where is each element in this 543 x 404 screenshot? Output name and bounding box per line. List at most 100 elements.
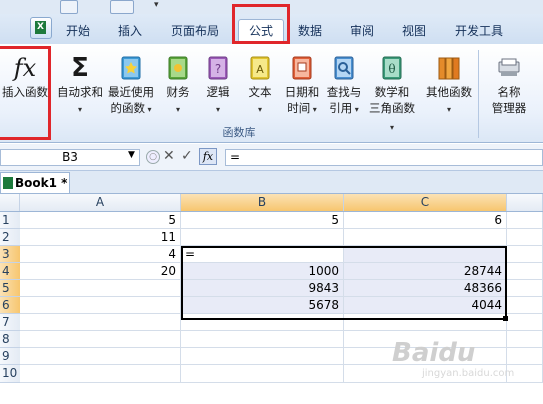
watermark: Baidu jingyan.baidu.com: [392, 338, 542, 398]
name-manager-icon: [498, 58, 520, 76]
enter-check-icon[interactable]: ✓: [181, 148, 193, 164]
cell-d6[interactable]: [507, 297, 543, 314]
workbook-tab[interactable]: Book1 *: [0, 172, 70, 193]
expand-icon[interactable]: ○: [146, 150, 160, 164]
autosum-button[interactable]: Σ 自动求和 ▾: [54, 50, 106, 118]
tab-home[interactable]: 开始: [58, 20, 98, 42]
more-functions-label: 其他函数: [426, 85, 472, 99]
cell-a1[interactable]: 5: [20, 212, 181, 229]
book-question-icon: ?: [208, 56, 228, 80]
svg-text:?: ?: [215, 62, 221, 76]
more-functions-button[interactable]: 其他函数 ▾: [422, 50, 476, 118]
cell-a3[interactable]: 4: [20, 246, 181, 263]
lookup-label-1: 查找与: [326, 85, 362, 99]
fill-handle[interactable]: [503, 316, 508, 321]
watermark-sub: jingyan.baidu.com: [422, 368, 515, 379]
workbook-icon: [3, 177, 13, 189]
datetime-label-2: 时间: [287, 101, 311, 115]
select-all-corner[interactable]: [0, 194, 20, 211]
logical-label: 逻辑: [206, 85, 230, 99]
watermark-main: Baidu: [392, 338, 476, 368]
logical-button[interactable]: ? 逻辑 ▾: [200, 50, 236, 118]
math-label-1: 数学和: [374, 85, 410, 99]
cell-a6[interactable]: [20, 297, 181, 314]
cell-b10[interactable]: [181, 365, 344, 383]
text-button[interactable]: A 文本 ▾: [242, 50, 278, 118]
tab-insert[interactable]: 插入: [110, 20, 150, 42]
cell-d1[interactable]: [507, 212, 543, 229]
svg-text:θ: θ: [388, 62, 395, 76]
row-header-6[interactable]: 6: [0, 297, 20, 314]
cancel-icon[interactable]: ✕: [163, 148, 175, 164]
name-manager-label-1: 名称: [497, 85, 521, 99]
insert-function-fx-button[interactable]: fx: [199, 148, 217, 165]
name-box-dropdown-icon[interactable]: ▼: [128, 150, 135, 160]
sigma-icon: Σ: [71, 53, 89, 83]
excel-icon: X: [35, 21, 46, 34]
tab-data[interactable]: 数据: [290, 20, 330, 42]
lookup-reference-button[interactable]: 查找与 引用 ▾: [324, 50, 364, 118]
book-calendar-icon: [292, 56, 312, 80]
print-preview-icon[interactable]: [110, 0, 134, 14]
row-header-1[interactable]: 1: [0, 212, 20, 229]
row-header-8[interactable]: 8: [0, 331, 20, 348]
datetime-button[interactable]: 日期和 时间 ▾: [282, 50, 322, 118]
recent-functions-label-2: 的函数: [110, 101, 145, 115]
selection-range-border: [181, 246, 507, 320]
cell-a2[interactable]: 11: [20, 229, 181, 246]
function-library-group-label: 函数库: [222, 126, 256, 139]
cell-b8[interactable]: [181, 331, 344, 348]
row-header-7[interactable]: 7: [0, 314, 20, 331]
row-header-5[interactable]: 5: [0, 280, 20, 297]
recent-functions-button[interactable]: 最近使用 的函数 ▾: [106, 50, 156, 118]
cell-a9[interactable]: [20, 348, 181, 365]
cell-a8[interactable]: [20, 331, 181, 348]
cell-a10[interactable]: [20, 365, 181, 383]
cell-d5[interactable]: [507, 280, 543, 297]
financial-label: 财务: [166, 85, 190, 99]
row-header-2[interactable]: 2: [0, 229, 20, 246]
row-header-3[interactable]: 3: [0, 246, 20, 263]
cell-c1[interactable]: 6: [344, 212, 507, 229]
name-manager-button[interactable]: 名称 管理器: [484, 50, 534, 116]
tab-review[interactable]: 审阅: [342, 20, 382, 42]
lookup-label-2: 引用: [329, 101, 353, 115]
cell-b1[interactable]: 5: [181, 212, 344, 229]
cell-c2[interactable]: [344, 229, 507, 246]
cell-d4[interactable]: [507, 263, 543, 280]
cell-d7[interactable]: [507, 314, 543, 331]
cell-b9[interactable]: [181, 348, 344, 365]
datetime-label-1: 日期和: [284, 85, 320, 99]
group-separator: [478, 50, 479, 138]
cell-a4[interactable]: 20: [20, 263, 181, 280]
cell-d2[interactable]: [507, 229, 543, 246]
workbook-tab-bar: [0, 171, 543, 194]
qat-dropdown-icon[interactable]: ▾: [154, 0, 159, 10]
cell-a7[interactable]: [20, 314, 181, 331]
column-header-b[interactable]: B: [181, 194, 344, 211]
text-label: 文本: [248, 85, 272, 99]
recent-functions-label-1: 最近使用: [108, 85, 154, 99]
column-header-c[interactable]: C: [344, 194, 507, 211]
cell-a5[interactable]: [20, 280, 181, 297]
name-box[interactable]: B3: [0, 149, 140, 166]
book-text-icon: A: [250, 56, 270, 80]
row-header-10[interactable]: 10: [0, 365, 20, 383]
tab-page-layout[interactable]: 页面布局: [160, 20, 230, 42]
tab-view[interactable]: 视图: [394, 20, 434, 42]
column-header-a[interactable]: A: [20, 194, 181, 211]
book-money-icon: [168, 56, 188, 80]
cell-b2[interactable]: [181, 229, 344, 246]
cell-d3[interactable]: [507, 246, 543, 263]
row-header-4[interactable]: 4: [0, 263, 20, 280]
highlight-box-tab: [232, 4, 290, 44]
svg-text:A: A: [256, 63, 264, 76]
book-theta-icon: θ: [382, 56, 402, 80]
row-header-9[interactable]: 9: [0, 348, 20, 365]
office-file-button[interactable]: X: [30, 17, 52, 39]
undo-icon[interactable]: [60, 0, 78, 14]
tab-developer[interactable]: 开发工具: [446, 20, 512, 42]
financial-button[interactable]: 财务 ▾: [160, 50, 196, 118]
column-header-d[interactable]: [507, 194, 543, 211]
formula-input[interactable]: =: [225, 149, 543, 166]
